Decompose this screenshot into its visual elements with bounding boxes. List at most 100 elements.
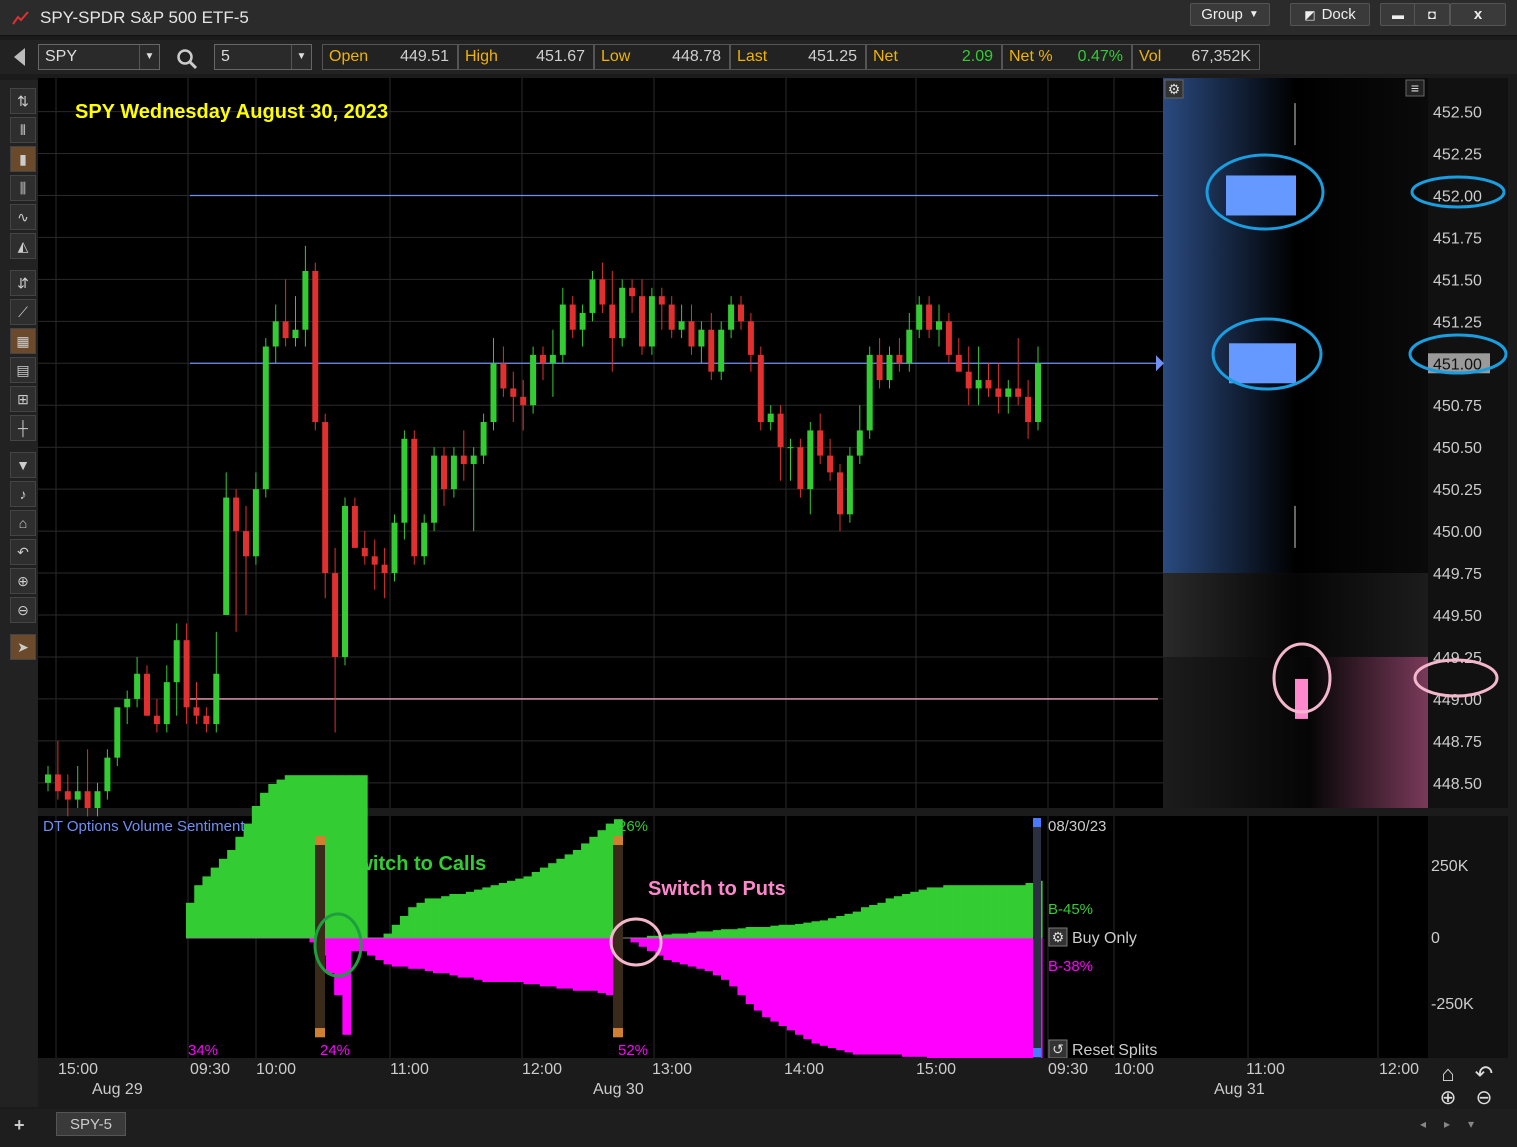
sentiment-title: DT Options Volume Sentiment: [43, 818, 245, 835]
calls-bar: [688, 932, 697, 938]
note-icon[interactable]: ♪: [10, 481, 36, 507]
zoom-out-icon[interactable]: ⊖: [1476, 1087, 1493, 1109]
puts-bar: [630, 938, 640, 943]
window-title: SPY-SPDR S&P 500 ETF-5: [40, 8, 249, 27]
home-icon[interactable]: ⌂: [10, 510, 36, 536]
minimize-button[interactable]: ▬: [1380, 3, 1416, 26]
chevron-down-icon[interactable]: ▼: [139, 45, 159, 69]
puts-bar: [860, 938, 870, 1055]
split-handle[interactable]: [315, 836, 325, 845]
puts-bar: [762, 938, 771, 1018]
puts-bar: [786, 938, 796, 1031]
collapse-arrow-icon[interactable]: [14, 48, 25, 66]
calls-bar: [416, 902, 426, 938]
chevron-down-icon[interactable]: ▼: [291, 45, 311, 69]
x-date-label: Aug 30: [593, 1081, 644, 1098]
puts-bar: [885, 938, 895, 1055]
puts-bar: [902, 938, 911, 1057]
maximize-button[interactable]: ◘: [1414, 3, 1450, 26]
calls-bar: [984, 885, 994, 938]
bar-chart-icon[interactable]: ⫴: [10, 117, 36, 143]
search-icon[interactable]: [176, 48, 198, 70]
scroll-end-icon[interactable]: ▾: [1468, 1117, 1474, 1131]
volume-icon[interactable]: ⇵: [10, 270, 36, 296]
sentiment-y-tick: 0: [1431, 930, 1440, 947]
close-button[interactable]: x: [1450, 3, 1506, 26]
scroll-left-icon[interactable]: ◂: [1420, 1117, 1426, 1131]
quote-low-box: Low 448.78: [594, 44, 730, 70]
interval-combo[interactable]: 5 ▼: [214, 44, 312, 70]
split-handle[interactable]: [315, 1028, 325, 1037]
puts-bar: [564, 938, 574, 989]
zoom-out-icon[interactable]: ⊖: [10, 597, 36, 623]
candle-chart-icon[interactable]: ▮: [10, 146, 36, 172]
candle-down: [757, 354, 764, 423]
scroll-right-icon[interactable]: ▸: [1444, 1117, 1450, 1131]
candle-down: [153, 715, 160, 725]
puts-bar: [465, 938, 475, 978]
quote-value: 2.09: [961, 48, 993, 65]
calls-bar: [507, 880, 516, 938]
puts-bar: [869, 938, 878, 1055]
bottom-bar: + SPY-5 ◂ ▸ ▾: [0, 1109, 1517, 1147]
group-button[interactable]: Group ▼: [1190, 3, 1270, 26]
day-handle[interactable]: [1033, 818, 1041, 827]
undo-icon[interactable]: ↶: [10, 539, 36, 565]
line-chart-icon[interactable]: ∿: [10, 204, 36, 230]
candle-up: [648, 296, 655, 347]
quote-vol-box: Vol 67,352K: [1132, 44, 1260, 70]
zoom-in-icon[interactable]: ⊕: [10, 568, 36, 594]
tab-spy-5[interactable]: SPY-5: [56, 1112, 126, 1136]
candle-up: [470, 455, 477, 464]
split-handle[interactable]: [613, 836, 623, 845]
grid-icon[interactable]: ▦: [10, 328, 36, 354]
puts-bar: [745, 938, 755, 1004]
candle-down: [738, 304, 744, 322]
home-icon[interactable]: ⌂: [1441, 1061, 1454, 1086]
quote-label: Open: [329, 48, 369, 65]
area-chart-icon[interactable]: ◭: [10, 233, 36, 259]
candle-down: [203, 715, 210, 725]
pointer-icon[interactable]: ➤: [10, 634, 36, 660]
candle-up: [866, 354, 873, 431]
tab-label: SPY-5: [70, 1115, 112, 1133]
symbol-combo[interactable]: SPY ▼: [38, 44, 160, 70]
calls-bar: [877, 902, 887, 938]
undo-icon[interactable]: ↶: [1475, 1061, 1493, 1086]
zoom-in-icon[interactable]: ⊕: [1440, 1087, 1457, 1109]
table-icon[interactable]: ▤: [10, 357, 36, 383]
calls-bar: [795, 923, 804, 938]
trendline-icon[interactable]: ⟋: [10, 299, 36, 325]
layout-icon[interactable]: ⊞: [10, 386, 36, 412]
split-marker: [613, 838, 623, 1038]
cursor-cross-icon[interactable]: ⇅: [10, 88, 36, 114]
pin-icon[interactable]: ▼: [10, 452, 36, 478]
puts-bar: [778, 938, 788, 1026]
split-handle[interactable]: [613, 1028, 623, 1037]
y-tick-label: 451.50: [1433, 272, 1482, 289]
calls-bar: [926, 887, 936, 938]
candle-down: [282, 321, 289, 339]
quote-value: 448.78: [672, 48, 721, 65]
candle-down: [183, 640, 190, 708]
calls-bar: [663, 934, 673, 938]
add-tab-icon[interactable]: +: [14, 1115, 25, 1136]
crosshair-icon[interactable]: ┼: [10, 415, 36, 441]
day-handle[interactable]: [1033, 1048, 1041, 1057]
calls-bar: [893, 896, 903, 938]
quote-label: Net: [873, 48, 898, 65]
calls-bar: [786, 924, 796, 938]
x-date-label: Aug 29: [92, 1081, 143, 1098]
candle-up: [342, 505, 348, 657]
quote-last-box: Last 451.25: [730, 44, 866, 70]
dock-button[interactable]: ◩ Dock: [1290, 3, 1370, 26]
candle-down: [144, 673, 150, 716]
puts-bar: [951, 938, 961, 1070]
annotation-switch-puts: Switch to Puts: [648, 878, 786, 900]
hlc-chart-icon[interactable]: ⫼: [10, 175, 36, 201]
candle-up: [718, 329, 725, 372]
calls-bar: [836, 916, 846, 938]
calls-bar: [811, 921, 821, 938]
calls-bar: [778, 924, 788, 938]
x-time-label: 12:00: [1379, 1061, 1419, 1078]
